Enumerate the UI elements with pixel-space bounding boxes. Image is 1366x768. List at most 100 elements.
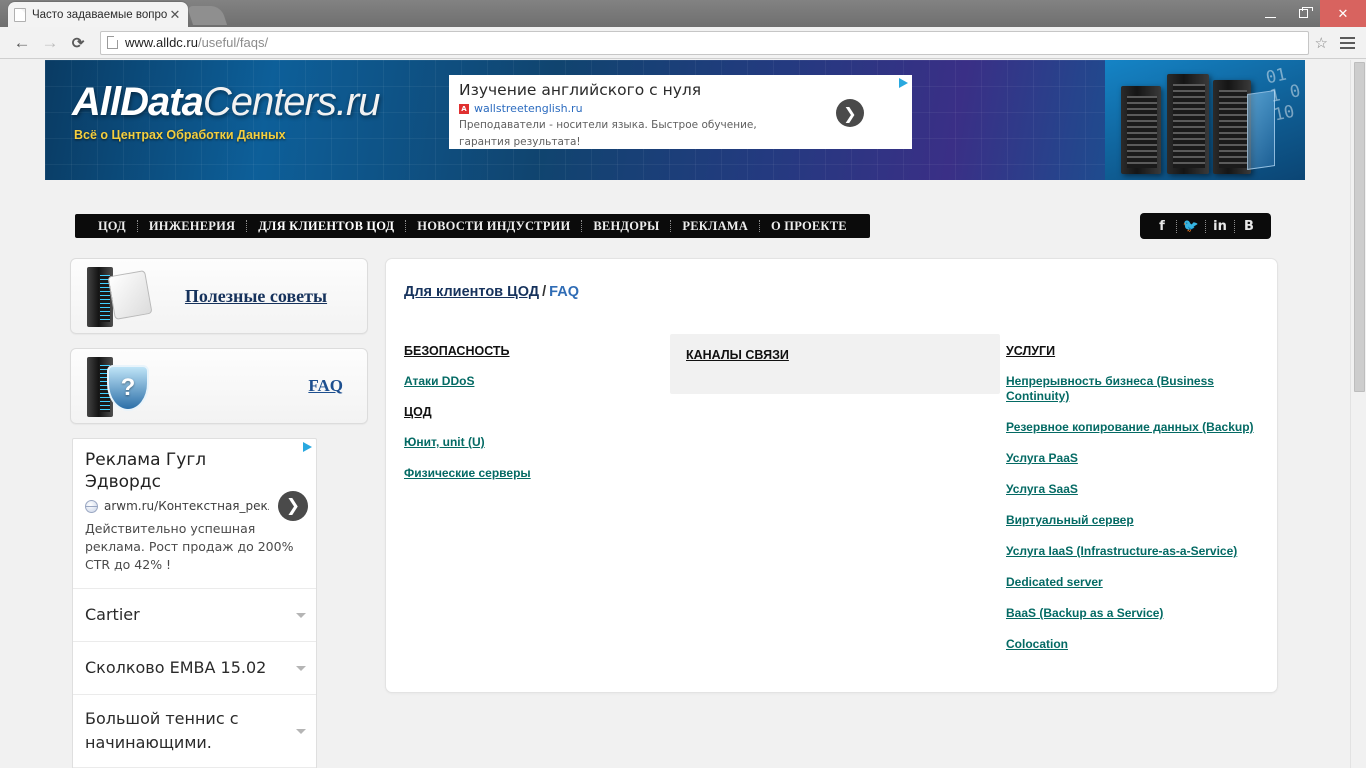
breadcrumb-current: FAQ <box>549 284 579 300</box>
ad-title: Изучение английского с нуля <box>459 81 702 99</box>
sidebar-card-useful-tips[interactable]: Полезные советы <box>70 258 368 334</box>
faq-group-heading-channels[interactable]: КАНАЛЫ СВЯЗИ <box>686 348 984 362</box>
faq-link-colocation[interactable]: Colocation <box>1006 637 1268 652</box>
breadcrumb-parent-link[interactable]: Для клиентов ЦОД <box>404 284 539 300</box>
sidebar-ad-url[interactable]: arwm.ru/Контекстная_рекл... <box>104 499 269 513</box>
page-scrollbar[interactable] <box>1350 60 1366 768</box>
address-bar[interactable]: www.alldc.ru/useful/faqs/ <box>100 30 1309 55</box>
faq-link-saas[interactable]: Услуга SaaS <box>1006 482 1268 497</box>
ad-url[interactable]: wallstreetenglish.ru <box>474 102 583 115</box>
bookmark-star-icon[interactable]: ☆ <box>1315 34 1328 52</box>
browser-tab[interactable]: Часто задаваемые вопро ✕ <box>8 2 188 27</box>
chevron-down-icon[interactable] <box>296 613 306 618</box>
linkedin-icon[interactable]: in <box>1206 219 1234 234</box>
adchoices-icon[interactable] <box>303 442 312 452</box>
faq-column-channels: КАНАЛЫ СВЯЗИ <box>670 334 1000 394</box>
faq-group-heading-cod[interactable]: ЦОД <box>404 405 674 419</box>
scrollbar-thumb[interactable] <box>1354 62 1365 392</box>
nav-item-about[interactable]: О ПРОЕКТЕ <box>760 219 858 234</box>
server-scroll-icon <box>71 261 157 331</box>
forward-icon[interactable]: → <box>36 29 64 57</box>
nav-item-engineering[interactable]: ИНЖЕНЕРИЯ <box>138 219 246 234</box>
sidebar-ad-title-line2: Эдвордс <box>85 472 161 492</box>
url-text: www.alldc.ru/useful/faqs/ <box>125 35 268 50</box>
faq-group-heading-services[interactable]: УСЛУГИ <box>1006 344 1268 358</box>
sidebar-ad-next-arrow-icon[interactable]: ❯ <box>278 491 308 521</box>
faq-link-ddos[interactable]: Атаки DDoS <box>404 374 674 389</box>
faq-link-paas[interactable]: Услуга PaaS <box>1006 451 1268 466</box>
close-tab-icon[interactable]: ✕ <box>168 8 182 22</box>
faq-link-iaas[interactable]: Услуга IaaS (Infrastructure-as-a-Service… <box>1006 544 1268 559</box>
sidebar-link-faq[interactable]: FAQ <box>308 376 343 395</box>
faq-link-physical-servers[interactable]: Физические серверы <box>404 466 674 481</box>
nav-item-cod[interactable]: ЦОД <box>87 219 137 234</box>
faq-link-baas[interactable]: BaaS (Backup as a Service) <box>1006 606 1268 621</box>
main-navigation: ЦОД ИНЖЕНЕРИЯ ДЛЯ КЛИЕНТОВ ЦОД НОВОСТИ И… <box>75 214 870 238</box>
nav-item-industry-news[interactable]: НОВОСТИ ИНДУСТРИИ <box>406 219 581 234</box>
new-tab-button[interactable] <box>186 6 228 25</box>
sidebar-ad-row-label: Cartier <box>85 605 140 624</box>
chevron-down-icon[interactable] <box>296 666 306 671</box>
faq-group-heading-security[interactable]: БЕЗОПАСНОСТЬ <box>404 344 674 358</box>
tab-title: Часто задаваемые вопро <box>32 8 168 21</box>
reload-icon[interactable]: ⟳ <box>64 29 92 57</box>
twitter-icon[interactable]: 🐦 <box>1177 219 1205 234</box>
sidebar-card-faq[interactable]: ? FAQ <box>70 348 368 424</box>
back-icon[interactable]: ← <box>8 29 36 57</box>
chevron-down-icon[interactable] <box>296 729 306 734</box>
sidebar-ad-desc-line1: Действительно успешная <box>85 521 256 536</box>
sidebar-card-label-wrap: Полезные советы <box>157 286 367 307</box>
header-advertisement[interactable]: Изучение английского с нуля A wallstreet… <box>449 75 912 149</box>
server-rack-icon <box>1167 74 1209 174</box>
close-window-button[interactable]: ✕ <box>1320 0 1366 27</box>
site-tagline: Всё о Центрах Обработки Данных <box>74 128 286 142</box>
faq-column-services: УСЛУГИ Непрерывность бизнеса (Business C… <box>1006 344 1268 668</box>
sidebar-ad-primary[interactable]: Реклама Гугл Эдвордс arwm.ru/Контекстная… <box>73 439 316 589</box>
server-rack-icon <box>1121 86 1161 174</box>
logo-bold: AllData <box>72 80 204 124</box>
ad-next-arrow-icon[interactable]: ❯ <box>836 99 864 127</box>
faq-column-security-cod: БЕЗОПАСНОСТЬ Атаки DDoS ЦОД Юнит, unit (… <box>404 344 674 497</box>
server-racks-illustration: 01 1 0 10 <box>1105 60 1305 180</box>
url-path: /useful/faqs/ <box>197 35 269 50</box>
sidebar-link-useful-tips[interactable]: Полезные советы <box>185 286 327 306</box>
sidebar-ad-row[interactable]: Сколково EMBA 15.02 <box>73 642 316 695</box>
faq-link-backup[interactable]: Резервное копирование данных (Backup) <box>1006 420 1268 435</box>
server-rack-icon <box>1213 80 1251 174</box>
server-shield-icon: ? <box>71 351 157 421</box>
sidebar-ad-row[interactable]: Большой теннис с начинающими. <box>73 695 316 768</box>
site-logo[interactable]: AllDataCenters.ru <box>72 80 381 125</box>
nav-item-vendors[interactable]: ВЕНДОРЫ <box>582 219 670 234</box>
sidebar-ad-row-label: Сколково EMBA 15.02 <box>85 658 267 677</box>
sidebar-ad-desc-line3: CTR до 42% ! <box>85 557 172 572</box>
sidebar-ad-url-row: arwm.ru/Контекстная_рекл... <box>85 499 304 513</box>
nav-item-for-clients[interactable]: ДЛЯ КЛИЕНТОВ ЦОД <box>247 219 405 234</box>
browser-menu-icon[interactable] <box>1336 36 1358 49</box>
minimize-button[interactable] <box>1254 0 1287 27</box>
logo-thin: Centers.ru <box>202 80 381 124</box>
faq-link-unit[interactable]: Юнит, unit (U) <box>404 435 674 450</box>
sidebar-ad-desc-line2: реклама. Рост продаж до 200% <box>85 539 294 554</box>
sidebar-ad-row[interactable]: Cartier <box>73 589 316 642</box>
sidebar-card-label-wrap: FAQ <box>157 376 367 396</box>
window-controls: ✕ <box>1254 0 1366 27</box>
facebook-icon[interactable]: f <box>1148 219 1176 234</box>
faq-link-virtual-server[interactable]: Виртуальный сервер <box>1006 513 1268 528</box>
social-links: f 🐦 in В <box>1140 213 1271 239</box>
breadcrumb: Для клиентов ЦОД / FAQ <box>404 284 579 300</box>
adchoices-icon[interactable] <box>899 78 908 88</box>
maximize-button[interactable] <box>1287 0 1320 27</box>
vkontakte-icon[interactable]: В <box>1235 219 1263 234</box>
faq-link-dedicated-server[interactable]: Dedicated server <box>1006 575 1268 590</box>
breadcrumb-separator: / <box>542 284 547 300</box>
advertiser-badge-icon: A <box>459 103 469 114</box>
page-info-icon <box>107 36 118 49</box>
faq-link-business-continuity[interactable]: Непрерывность бизнеса (Business Continui… <box>1006 374 1268 404</box>
scroll-glyph <box>107 270 153 320</box>
browser-toolbar: ← → ⟳ www.alldc.ru/useful/faqs/ ☆ <box>0 27 1366 59</box>
sidebar: Полезные советы ? FAQ Реклама Гугл Эдвор… <box>70 258 368 768</box>
glass-door-decoration <box>1247 90 1275 170</box>
nav-item-advertising[interactable]: РЕКЛАМА <box>671 219 759 234</box>
main-content-card: Для клиентов ЦОД / FAQ БЕЗОПАСНОСТЬ Атаки … <box>385 258 1278 693</box>
sidebar-ad-row-label: Большой теннис с начинающими. <box>85 709 239 752</box>
